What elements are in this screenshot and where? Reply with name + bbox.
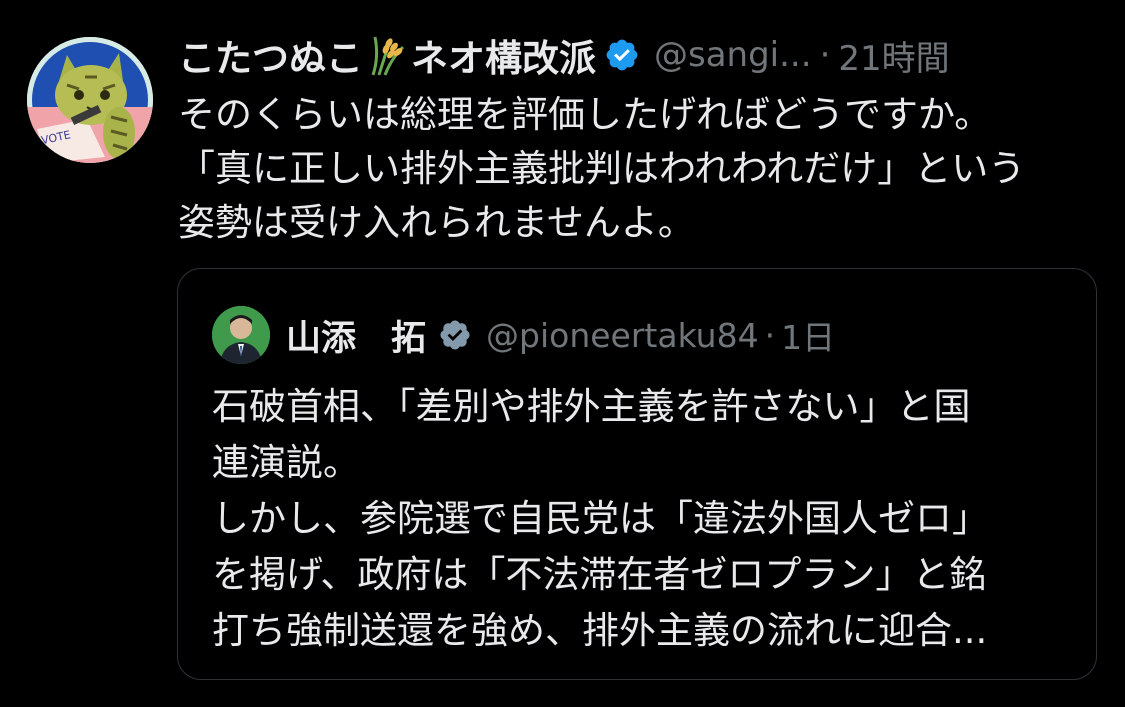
- verified-badge-icon: [606, 39, 638, 71]
- cat-avatar-icon: VOTE: [27, 37, 153, 163]
- separator-dot: ·: [819, 35, 831, 75]
- author-handle[interactable]: @sangi...: [654, 35, 812, 75]
- author-name-suffix[interactable]: ネオ構改派: [411, 28, 596, 82]
- quoted-tweet-header: 山添 拓 @pioneertaku84 · 1日: [212, 305, 835, 365]
- quoted-tweet-text: 石破首相、「差別や排外主義を許さない」と国 連演説。 しかし、参院選で自民党は「…: [212, 385, 989, 652]
- tweet-text: そのくらいは総理を評価したげればどうですか。 「真に正しい排外主義批判はわれわれ…: [178, 93, 1026, 244]
- separator-dot: ·: [764, 315, 776, 355]
- tweet-timestamp[interactable]: 21時間: [838, 31, 949, 80]
- quoted-author-name: 山添 拓: [286, 318, 427, 359]
- quoted-tweet-timestamp: 1日: [781, 318, 836, 357]
- quoted-author-handle: @pioneertaku84: [486, 315, 759, 355]
- person-avatar-icon: [212, 306, 270, 364]
- quoted-author-avatar: [212, 306, 270, 364]
- tweet-header: こたつぬこ ネオ構改派 @sangi... · 21時間: [178, 30, 950, 80]
- rice-plant-icon: [371, 36, 405, 76]
- verified-badge-icon: [440, 320, 470, 350]
- author-avatar[interactable]: VOTE: [27, 37, 153, 163]
- quoted-tweet-card[interactable]: 山添 拓 @pioneertaku84 · 1日 石破首相、「差別や排外主義を許…: [177, 268, 1097, 680]
- author-name[interactable]: こたつぬこ: [178, 28, 363, 82]
